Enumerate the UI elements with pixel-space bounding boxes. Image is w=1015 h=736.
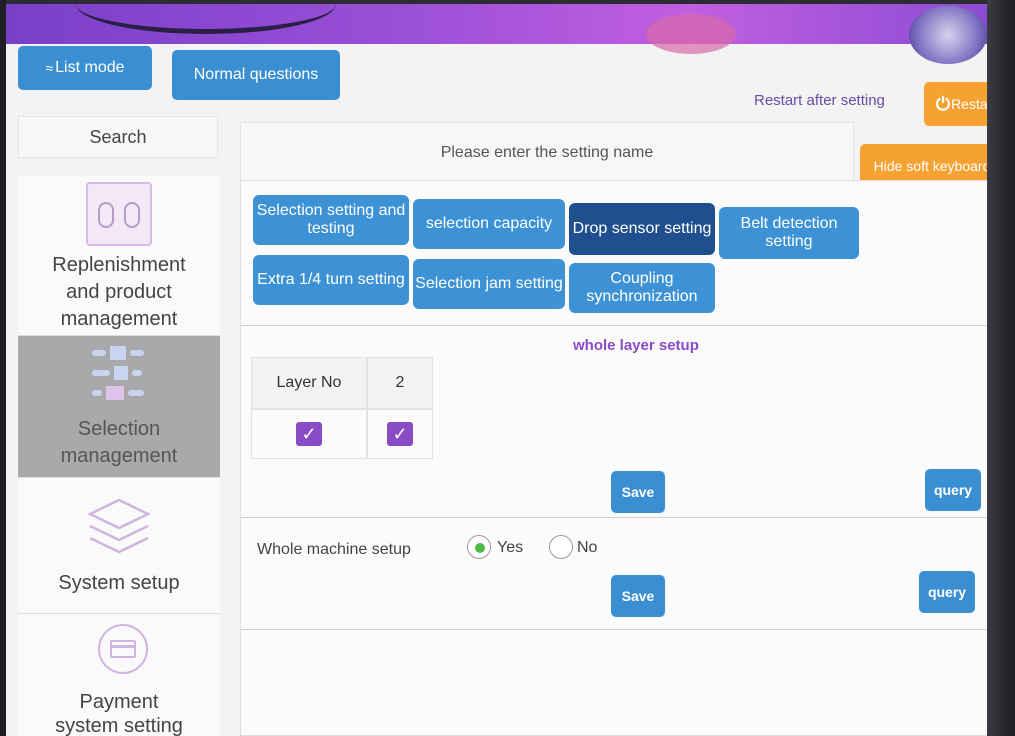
list-mode-label: List mode: [55, 58, 125, 76]
tab-label: Selection setting and testing: [256, 201, 406, 237]
machine-setup-label: Whole machine setup: [257, 541, 411, 558]
brand-logo: [909, 6, 987, 64]
radio-no[interactable]: [549, 535, 573, 559]
radio-yes-label: Yes: [497, 539, 524, 556]
table-header-value: 2: [367, 357, 433, 409]
tab-selection-capacity[interactable]: selection capacity: [413, 199, 565, 249]
banner-arc: [76, 4, 336, 34]
main-panel: Selection setting and testing selection …: [240, 180, 987, 736]
check-icon: ✓: [301, 423, 317, 444]
radio-no-label: No: [577, 539, 598, 556]
normal-questions-button[interactable]: Normal questions: [172, 50, 340, 100]
search-label: Search: [89, 126, 147, 147]
layer-header-label: Layer No: [276, 374, 342, 391]
checkbox-layer-2[interactable]: ✓: [387, 422, 413, 446]
radio-yes[interactable]: [467, 535, 491, 559]
table-cell-check-all: ✓: [251, 409, 367, 459]
tab-label: Extra 1/4 turn setting: [257, 270, 405, 288]
tab-label: Belt detection setting: [740, 214, 838, 250]
list-mode-button[interactable]: ≈ List mode: [18, 46, 152, 90]
layers-icon: [87, 498, 151, 554]
machine-query-button[interactable]: query: [919, 571, 975, 613]
machine-save-button[interactable]: Save: [611, 575, 665, 617]
tab-belt-detection[interactable]: Belt detection setting: [719, 207, 859, 259]
power-icon: ⏻: [935, 93, 951, 114]
check-icon: ✓: [392, 423, 408, 444]
device-slot-right: [124, 202, 140, 228]
tab-label: Drop sensor setting: [572, 219, 712, 237]
sidebar: Replenishment and product management Sel…: [18, 176, 220, 736]
tab-selection-setting[interactable]: Selection setting and testing: [253, 195, 409, 245]
sidebar-item-label: Replenishment and product management: [52, 254, 186, 330]
search-label-box: Search: [18, 116, 218, 158]
sidebar-item-system[interactable]: System setup: [18, 478, 220, 614]
sidebar-item-label: System setup: [58, 572, 180, 594]
sidebar-item-label: Selection management: [60, 418, 178, 467]
screen: ≈ List mode Normal questions Restart aft…: [6, 4, 987, 736]
eye-icon: ≈: [45, 59, 54, 76]
tab-label: Selection jam setting: [415, 274, 563, 292]
search-input[interactable]: Please enter the setting name: [240, 122, 854, 184]
tab-coupling-sync[interactable]: Coupling synchronization: [569, 263, 715, 313]
sidebar-item-payment[interactable]: Payment system setting: [18, 614, 220, 736]
tab-selection-jam[interactable]: Selection jam setting: [413, 259, 565, 309]
query-label: query: [927, 583, 967, 600]
restart-button[interactable]: ⏻ Restart: [924, 82, 987, 126]
top-banner: [6, 4, 987, 54]
tab-label: Coupling synchronization: [586, 269, 698, 305]
restart-label: Restart: [951, 95, 987, 112]
checkbox-all[interactable]: ✓: [296, 422, 322, 446]
section-title: whole layer setup: [573, 337, 699, 354]
layer-value-label: 2: [395, 374, 405, 391]
sidebar-item-replenishment[interactable]: Replenishment and product management: [18, 176, 220, 336]
tab-label: selection capacity: [425, 214, 553, 232]
device-icon: [86, 182, 152, 246]
tab-drop-sensor[interactable]: Drop sensor setting: [569, 203, 715, 255]
tab-extra-turn[interactable]: Extra 1/4 turn setting: [253, 255, 409, 305]
search-placeholder: Please enter the setting name: [440, 144, 654, 161]
slots-icon: [92, 344, 148, 402]
query-label: query: [933, 481, 973, 498]
sidebar-item-selection[interactable]: Selection management: [18, 336, 220, 478]
hide-keyboard-label: Hide soft keyboard: [873, 157, 987, 174]
device-bezel-right: [987, 0, 1015, 736]
layer-query-button[interactable]: query: [925, 469, 981, 511]
device-slot-left: [98, 202, 114, 228]
banner-blob: [646, 14, 736, 54]
normal-questions-label: Normal questions: [193, 65, 319, 83]
table-cell-check-2: ✓: [367, 409, 433, 459]
divider: [241, 517, 987, 518]
layer-save-button[interactable]: Save: [611, 471, 665, 513]
save-label: Save: [621, 483, 655, 500]
save-label: Save: [621, 587, 655, 604]
divider: [241, 325, 987, 326]
divider: [241, 629, 987, 630]
card-icon: [98, 624, 148, 674]
restart-hint: Restart after setting: [754, 92, 885, 109]
table-header-layer: Layer No: [251, 357, 367, 409]
sidebar-item-label: Payment system setting: [55, 691, 183, 736]
